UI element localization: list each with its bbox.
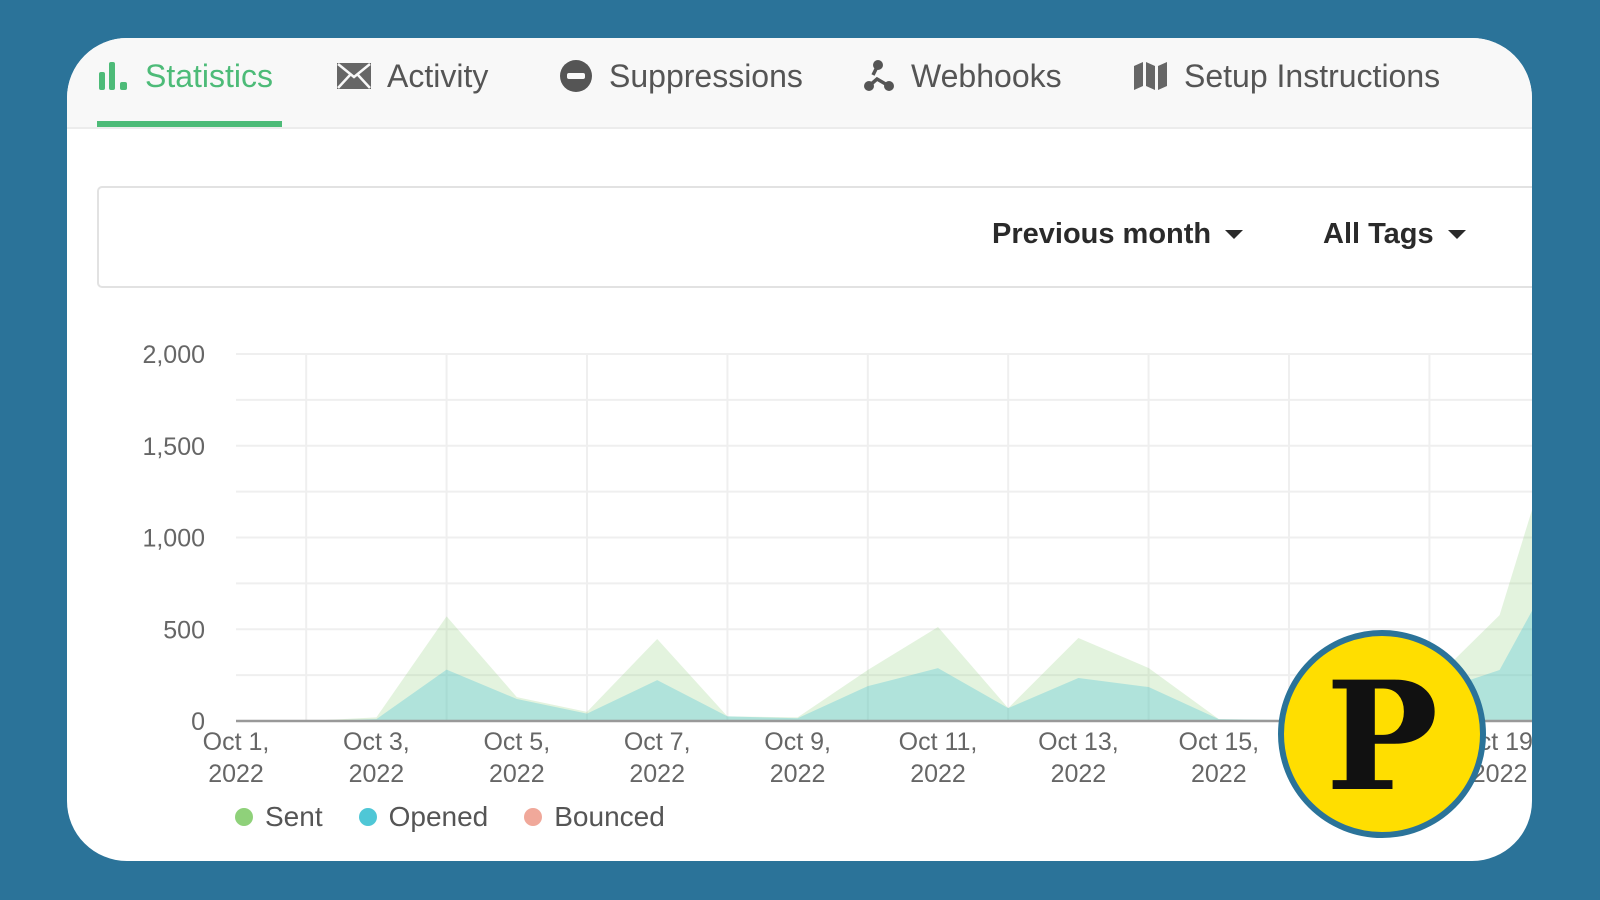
x-tick-label: 2022	[629, 760, 685, 788]
x-tick-label: Oct 15,	[1179, 728, 1260, 756]
legend-label: Opened	[388, 801, 489, 832]
y-tick-label: 2,000	[142, 341, 205, 369]
x-tick-label: 2022	[489, 760, 545, 788]
brand-logo-letter: P	[1325, 649, 1439, 825]
x-tick-label: 2022	[208, 760, 264, 788]
x-tick-label: 2022	[910, 760, 966, 788]
y-tick-label: 500	[163, 616, 205, 644]
x-tick-label: Oct 13,	[1038, 728, 1119, 756]
x-tick-label: 2022	[770, 760, 826, 788]
brand-logo: P	[1278, 630, 1486, 838]
legend-label: Sent	[265, 801, 323, 832]
legend-dot-icon	[358, 808, 377, 826]
x-tick-label: 2022	[1191, 760, 1247, 788]
legend-label: Bounced	[554, 801, 665, 832]
x-tick-label: Oct 1,	[203, 728, 270, 756]
legend-item-sent[interactable]: Sent	[235, 801, 323, 833]
x-tick-label: Oct 5,	[483, 728, 550, 756]
legend-item-opened[interactable]: Opened	[358, 801, 489, 833]
y-tick-label: 1,500	[142, 433, 205, 461]
chart-legend: Sent Opened Bounced	[235, 801, 701, 833]
x-tick-label: Oct 11,	[899, 728, 978, 756]
x-tick-label: Oct 3,	[343, 728, 410, 756]
legend-item-bounced[interactable]: Bounced	[524, 801, 665, 833]
legend-dot-icon	[235, 808, 253, 826]
x-tick-label: Oct 9,	[764, 728, 831, 756]
x-tick-label: 2022	[1051, 760, 1107, 788]
legend-dot-icon	[524, 808, 543, 826]
x-tick-label: 2022	[349, 760, 405, 788]
x-tick-label: Oct 7,	[624, 728, 691, 756]
y-tick-label: 1,000	[142, 525, 205, 553]
